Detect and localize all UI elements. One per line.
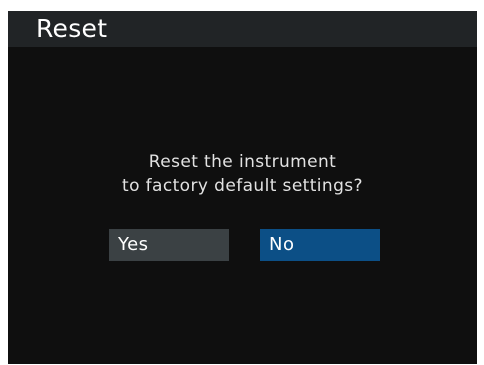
message-line-1: Reset the instrument (148, 152, 337, 172)
instrument-screen: Reset Reset the instrument to factory de… (8, 11, 477, 364)
title-bar: Reset (8, 11, 477, 47)
no-button[interactable]: No (260, 229, 380, 261)
no-button-label: No (269, 234, 295, 255)
reset-message: Reset the instrument to factory default … (8, 150, 477, 198)
dialog-title: Reset (36, 14, 108, 43)
yes-button-label: Yes (118, 234, 149, 255)
yes-button[interactable]: Yes (109, 229, 229, 261)
message-line-2: to factory default settings? (122, 176, 363, 196)
